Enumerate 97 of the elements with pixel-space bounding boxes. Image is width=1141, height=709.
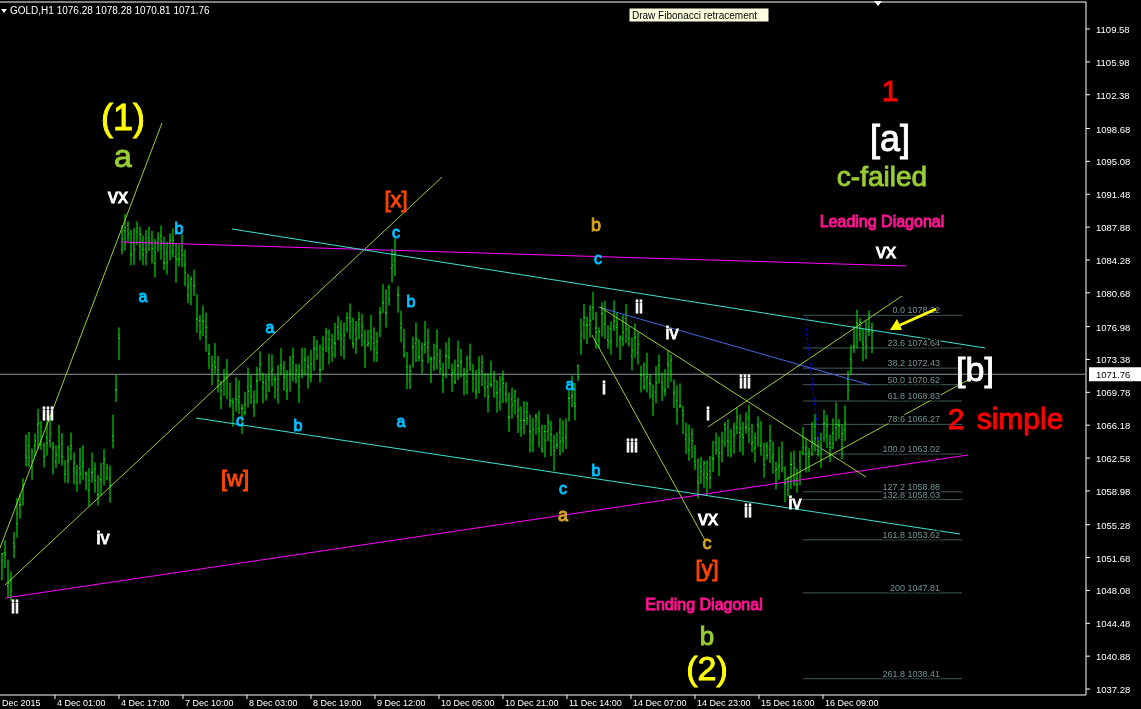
wave-label: iv bbox=[665, 323, 679, 344]
collapse-triangle-icon[interactable] bbox=[1, 9, 7, 13]
wave-label: iii bbox=[626, 436, 638, 457]
wave-label: c bbox=[702, 533, 712, 554]
wave-label: b bbox=[591, 461, 601, 479]
wave-label: iv bbox=[788, 493, 802, 514]
wave-label: a bbox=[265, 318, 275, 336]
wave-label: Leading Diagonal bbox=[819, 212, 945, 230]
fibonacci-level-label: 200 1047.81 bbox=[889, 582, 940, 593]
price-tick-label: 1048.08 bbox=[1096, 585, 1131, 597]
wave-label: (2) bbox=[686, 649, 728, 688]
wave-label: b bbox=[406, 292, 416, 310]
price-tick-label: 1037.28 bbox=[1096, 684, 1131, 696]
fibonacci-level-label: 50.0 1070.62 bbox=[887, 374, 940, 385]
fibonacci-level-label: 100.0 1063.02 bbox=[882, 444, 940, 455]
fibonacci-level-label: 23.6 1074.64 bbox=[887, 337, 940, 348]
fibonacci-level-label: 132.8 1058.03 bbox=[882, 489, 940, 500]
trend-line[interactable] bbox=[707, 295, 903, 428]
wave-label: ii bbox=[744, 501, 752, 522]
time-tick-label: Dec 2015 bbox=[2, 698, 41, 708]
time-tick-label: 8 Dec 03:00 bbox=[249, 698, 298, 708]
fibonacci-level-label: 61.8 1068.83 bbox=[887, 391, 940, 401]
fibonacci-level-label: 261.8 1038.41 bbox=[882, 668, 940, 679]
fibonacci-level-label: 161.8 1053.62 bbox=[882, 529, 940, 540]
time-tick-label: 4 Dec 17:00 bbox=[121, 698, 170, 708]
wave-label: c bbox=[392, 223, 400, 241]
wave-label: b bbox=[293, 416, 303, 434]
wave-label: a bbox=[138, 287, 148, 305]
wave-label: vx bbox=[698, 507, 718, 530]
time-tick-label: 4 Dec 01:00 bbox=[57, 698, 106, 708]
wave-label: iii bbox=[42, 404, 54, 425]
wave-label: c-failed bbox=[836, 161, 928, 193]
fibonacci-level-line[interactable] bbox=[802, 423, 963, 425]
price-tick-label: 1109.58 bbox=[1096, 24, 1130, 35]
price-tick-label: 1105.98 bbox=[1096, 56, 1130, 68]
wave-label: iv bbox=[96, 528, 110, 549]
price-tick-label: 1066.18 bbox=[1096, 420, 1131, 432]
chart-header: GOLD,H1 1076.28 1078.28 1070.81 1071.76 bbox=[10, 5, 210, 16]
wave-label: simple bbox=[976, 401, 1064, 435]
time-tick-label: 10 Dec 05:00 bbox=[441, 698, 495, 708]
price-tick-label: 1044.48 bbox=[1096, 618, 1131, 630]
wave-label: (1) bbox=[101, 96, 145, 138]
wave-label: iii bbox=[739, 372, 751, 393]
wave-label: i bbox=[706, 404, 710, 425]
wave-label: [b] bbox=[956, 350, 994, 389]
wave-label: c bbox=[559, 479, 567, 497]
price-tick-label: 1076.98 bbox=[1096, 321, 1131, 333]
time-tick-label: 10 Dec 21:00 bbox=[505, 698, 559, 708]
time-tick-label: 16 Dec 09:00 bbox=[825, 698, 879, 708]
time-tick-label: 15 Dec 16:00 bbox=[761, 698, 815, 708]
wave-label: a bbox=[565, 375, 575, 393]
price-tick-label: 1062.58 bbox=[1096, 453, 1131, 465]
trend-line[interactable] bbox=[121, 241, 907, 267]
fibonacci-level-label: 38.2 1072.43 bbox=[887, 358, 940, 369]
time-tick-label: 8 Dec 19:00 bbox=[313, 698, 362, 708]
price-tick-label: 1091.48 bbox=[1096, 189, 1131, 201]
wave-label: [x] bbox=[384, 186, 408, 212]
time-tick-label: 9 Dec 12:00 bbox=[377, 698, 426, 708]
wave-label: [a] bbox=[870, 117, 910, 159]
wave-label: i bbox=[602, 378, 606, 399]
wave-label: ii bbox=[11, 597, 19, 618]
time-tick-label: 7 Dec 10:00 bbox=[185, 698, 234, 708]
dropdown-triangle-icon[interactable] bbox=[874, 1, 882, 6]
price-tick-label: 1102.38 bbox=[1096, 89, 1130, 101]
time-tick-label: 14 Dec 07:00 bbox=[633, 698, 687, 708]
price-tick-label: 1040.88 bbox=[1096, 651, 1131, 663]
trend-line[interactable] bbox=[4, 176, 443, 586]
time-tick-label: 11 Dec 14:00 bbox=[569, 698, 622, 708]
price-tick-label: 1098.68 bbox=[1096, 123, 1131, 135]
wave-label: a bbox=[114, 137, 132, 174]
wave-label: Ending Diagonal bbox=[645, 595, 763, 613]
wave-label: ii bbox=[635, 297, 643, 318]
wave-label: a bbox=[396, 412, 406, 430]
price-tick-label: 1080.68 bbox=[1096, 287, 1131, 299]
price-tick-label: 1051.68 bbox=[1096, 552, 1131, 564]
wave-label: 1 bbox=[881, 73, 899, 107]
price-tick-label: 1069.78 bbox=[1096, 387, 1131, 399]
price-tick-label: 1095.08 bbox=[1096, 156, 1131, 168]
price-tick-label: 1087.88 bbox=[1096, 222, 1131, 234]
fibonacci-level-line[interactable] bbox=[802, 314, 963, 316]
wave-label: b bbox=[591, 215, 601, 236]
wave-label: vx bbox=[108, 185, 128, 208]
wave-label: b bbox=[174, 219, 184, 237]
wave-label: [w] bbox=[220, 465, 250, 491]
wave-label: vx bbox=[876, 240, 896, 263]
current-price-tag: 1071.76 bbox=[1089, 367, 1141, 382]
price-tick-label: 1073.38 bbox=[1096, 354, 1131, 366]
wave-label: b bbox=[699, 621, 715, 652]
price-tick-label: 1058.98 bbox=[1096, 485, 1131, 497]
time-tick-label: 14 Dec 23:00 bbox=[697, 698, 751, 708]
wave-label: [y] bbox=[695, 555, 719, 581]
dashed-line[interactable] bbox=[804, 317, 821, 451]
price-tick-label: 1084.28 bbox=[1096, 254, 1131, 266]
tooltip: Draw Fibonacci retracement bbox=[628, 7, 770, 23]
fibonacci-level-label: 127.2 1058.88 bbox=[882, 481, 940, 492]
price-tick-label: 1055.28 bbox=[1096, 519, 1131, 531]
wave-label: 2 bbox=[947, 401, 965, 435]
